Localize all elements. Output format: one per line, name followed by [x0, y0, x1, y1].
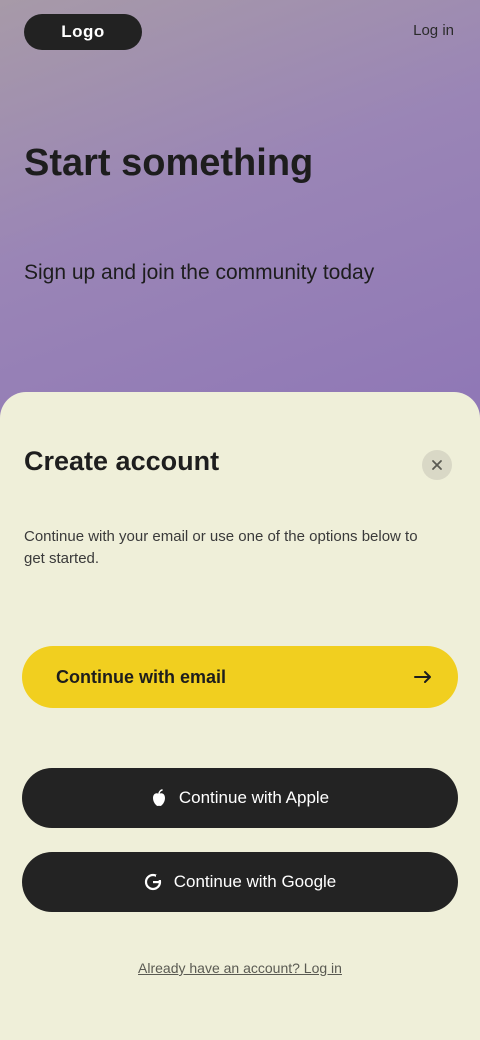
hero-headline: Start something [24, 142, 314, 184]
continue-email-button[interactable]: Continue with email [22, 646, 458, 708]
login-link[interactable]: Log in [413, 22, 454, 39]
continue-email-label: Continue with email [56, 666, 227, 687]
continue-apple-label: Continue with Apple [178, 788, 330, 807]
google-icon [144, 873, 162, 891]
continue-google-button[interactable]: Continue with Google [22, 852, 458, 912]
sheet-description: Continue with your email or use one of t… [24, 528, 418, 567]
close-button[interactable] [422, 450, 452, 480]
continue-apple-button[interactable]: Continue with Apple [22, 768, 458, 828]
close-icon [431, 459, 443, 471]
apple-icon [151, 789, 167, 807]
signup-sheet: Create account Continue with your email … [0, 392, 480, 1040]
footer-login-link[interactable]: Already have an account? Log in [0, 960, 480, 976]
arrow-right-icon [414, 670, 432, 684]
hero-banner: Logo Log in Start something Sign up and … [0, 0, 480, 420]
sheet-title: Create account [24, 446, 220, 476]
hero-subhead: Sign up and join the community today [24, 261, 375, 284]
app-logo[interactable]: Logo [24, 14, 142, 50]
continue-google-label: Continue with Google [173, 872, 337, 891]
